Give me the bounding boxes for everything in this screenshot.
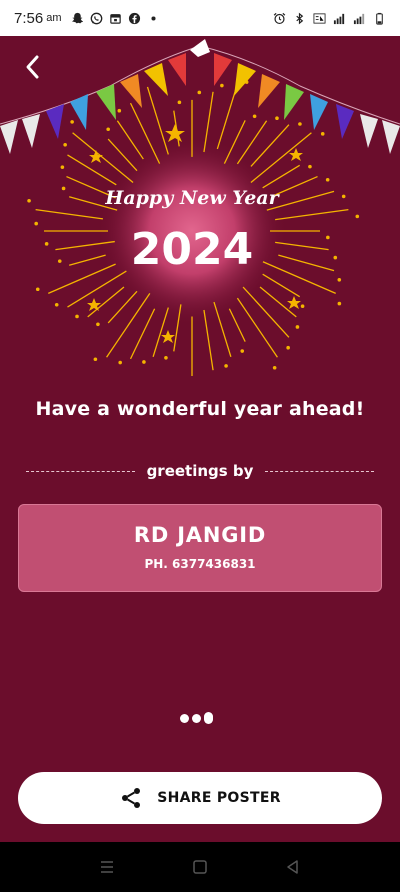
snapchat-icon <box>72 12 84 23</box>
firework-spark <box>341 194 346 199</box>
lte-signal-icon <box>333 13 345 24</box>
page-dot[interactable] <box>192 713 201 723</box>
firework-spark <box>337 278 342 282</box>
alarm-icon <box>273 12 286 24</box>
firework-spark <box>300 304 305 308</box>
firework-spark <box>355 214 360 219</box>
firework-spark <box>34 221 38 226</box>
firework-ray <box>48 263 116 294</box>
signal-icon <box>353 13 365 24</box>
firework-ray <box>216 86 238 150</box>
poster-script-title: Happy New Year <box>104 187 280 209</box>
firework-spark <box>35 287 40 292</box>
share-icon <box>122 788 141 808</box>
firework-ray <box>250 132 312 183</box>
whatsapp-icon <box>91 12 103 24</box>
firework-spark <box>325 177 330 182</box>
firework-ray <box>278 254 335 272</box>
divider-line-left <box>26 470 135 472</box>
status-time: 7:56 <box>14 9 44 27</box>
menu-lines-icon <box>100 861 113 873</box>
share-poster-label: SHARE POSTER <box>157 790 281 806</box>
share-poster-button[interactable]: SHARE POSTER <box>18 772 382 824</box>
firework-ray <box>236 297 278 358</box>
triangle-back-icon <box>287 860 299 874</box>
firework-spark <box>93 357 98 362</box>
firework-spark <box>197 90 202 95</box>
firework-ray <box>275 208 349 221</box>
firework-spark <box>275 116 279 121</box>
firework-spark <box>63 142 67 147</box>
calendar-icon <box>110 13 122 24</box>
page-indicator <box>180 712 213 724</box>
firework-spark <box>70 120 74 124</box>
facebook-icon <box>129 12 141 24</box>
nav-back-button[interactable] <box>278 852 308 882</box>
firework-ray <box>273 175 318 197</box>
firework-spark <box>308 164 312 169</box>
firework-spark <box>272 365 277 370</box>
bluetooth-icon <box>296 12 304 24</box>
firework-spark <box>326 235 330 240</box>
firework-spark <box>57 259 62 263</box>
square-home-icon <box>193 860 207 874</box>
firework-ray <box>69 254 106 266</box>
status-ampm: am <box>46 12 62 24</box>
firework-spark <box>75 314 79 319</box>
nav-home-button[interactable] <box>185 852 215 882</box>
greetings-by-label: greetings by <box>146 462 254 480</box>
firework-spark <box>295 325 300 329</box>
firework-spark <box>96 322 100 327</box>
firework-spark <box>286 345 290 350</box>
greeting-message: Have a wonderful year ahead! <box>35 398 365 420</box>
firework-ray <box>242 286 290 338</box>
firework-spark <box>106 127 110 132</box>
system-nav-bar <box>0 842 400 892</box>
battery-icon <box>376 12 383 25</box>
status-bar: 7:56 am <box>0 0 400 36</box>
firework-ray <box>72 132 134 183</box>
firework-spark <box>117 108 122 113</box>
firework-spark <box>118 360 122 365</box>
page-dot-active[interactable] <box>204 712 213 724</box>
firework-spark <box>44 242 49 246</box>
firework-spark <box>142 360 146 364</box>
sender-card: RD JANGID PH. 6377436831 <box>18 504 382 592</box>
firework-spark <box>224 364 228 368</box>
dot-icon <box>151 15 157 21</box>
firework-ray <box>35 208 104 220</box>
firework-spark <box>177 100 182 105</box>
divider-line-right <box>265 470 374 472</box>
firework-spark <box>337 301 342 306</box>
volte-icon <box>313 12 326 24</box>
nav-recents-button[interactable] <box>92 852 122 882</box>
firework-spark <box>333 255 338 260</box>
firework-spark <box>240 349 245 353</box>
firework-spark <box>164 356 168 360</box>
greetings-by-divider: greetings by <box>26 460 374 482</box>
firework-ray <box>106 292 151 358</box>
firework-spark <box>60 165 65 169</box>
page-dot[interactable] <box>180 713 189 723</box>
sender-name: RD JANGID <box>133 523 267 547</box>
firework-spark <box>320 132 325 136</box>
poster-year: 2024 <box>131 224 253 275</box>
firework-spark <box>27 198 31 203</box>
firework-ray <box>250 124 290 167</box>
new-year-poster: Happy New Year 2024 <box>0 39 400 376</box>
firework-spark <box>61 186 66 191</box>
sender-phone: PH. 6377436831 <box>144 557 256 571</box>
firework-spark <box>220 83 224 88</box>
firework-spark <box>252 114 257 119</box>
firework-spark <box>298 122 302 126</box>
firework-spark <box>54 302 59 307</box>
